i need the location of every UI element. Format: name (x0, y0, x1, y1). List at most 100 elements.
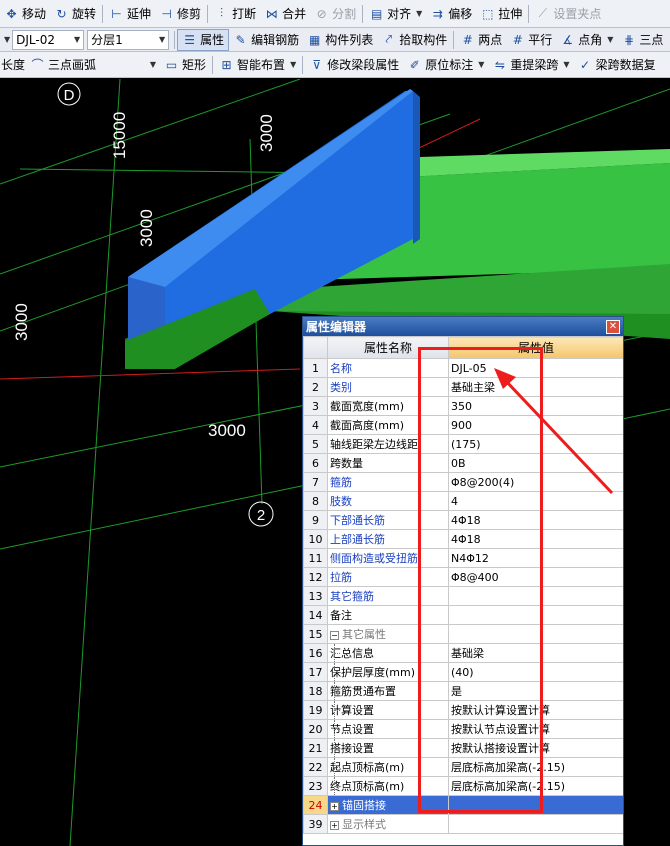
row-number: 14 (303, 605, 328, 625)
edit-rebar-button[interactable]: ✎ 编辑钢筋 (229, 29, 303, 51)
member-toolbar: ▼ DJL-02 ▼ 分层1 ▼ ☰ 属性 ✎ 编辑钢筋 ▦ 构件列表 ⤤ 拾取构件 # 两点… (0, 28, 670, 52)
list-icon: ▦ (309, 32, 321, 47)
length-button[interactable]: 长度 (0, 54, 26, 76)
rectangle-button[interactable]: ▭ 矩形 (160, 54, 210, 76)
member-select[interactable]: DJL-02 ▼ (12, 29, 85, 50)
clamp-point-icon: ⟋ (538, 6, 548, 20)
row-number: 13 (303, 586, 328, 606)
chevron-down-icon: ▼ (159, 35, 166, 44)
properties-button[interactable]: ☰ 属性 (177, 28, 230, 51)
draw-toolbar: 长度 ⌒ 三点画弧 ▼ ▭ 矩形 ⊞ 智能布置 ▼ ⊽ 修改梁段属性 ✐ 原位标注 ▼ ⇋ 重提… (0, 52, 670, 78)
set-clamp-point-button[interactable]: ⟋ 设置夹点 (531, 3, 605, 25)
row-number: 18 (303, 681, 328, 701)
arc-icon: ⌒ (31, 58, 44, 72)
expand-icon[interactable]: + (330, 801, 339, 811)
row-number: 16 (303, 643, 328, 663)
point-angle-button[interactable]: ∡ 点角 ▼ (556, 29, 617, 51)
property-row[interactable]: 39 + 显示样式 (303, 814, 623, 834)
member-list-button[interactable]: ▦ 构件列表 (303, 29, 377, 51)
split-icon: ⊘ (316, 6, 327, 21)
header-corner (303, 336, 328, 359)
pick-icon: ⤤ (385, 32, 393, 46)
chevron-down-icon: ▼ (563, 60, 570, 69)
row-number: 10 (303, 529, 328, 549)
row-number: 39 (303, 814, 328, 834)
chevron-down-icon: ▼ (416, 9, 423, 18)
re-extract-span-button[interactable]: ⇋ 重提梁跨 ▼ (488, 54, 573, 76)
separator (453, 30, 455, 49)
svg-text:2: 2 (257, 507, 265, 524)
separator (102, 4, 104, 23)
offset-button[interactable]: ⇉ 偏移 (426, 3, 476, 25)
smart-layout-icon: ⊞ (221, 57, 232, 72)
row-number: 6 (303, 453, 328, 473)
modify-props-icon: ⊽ (312, 57, 322, 72)
smart-layout-button[interactable]: ⊞ 智能布置 ▼ (215, 54, 300, 76)
two-points-icon: # (462, 32, 473, 47)
rotate-icon: ↻ (56, 6, 67, 21)
merge-button[interactable]: ⋈ 合并 (260, 3, 310, 25)
row-number: 12 (303, 567, 328, 587)
row-number: 9 (303, 510, 328, 530)
dropdown-arrow[interactable]: ▼ (0, 29, 12, 51)
span-copy-button[interactable]: ✓ 梁跨数据复 (574, 54, 660, 76)
separator (174, 30, 176, 49)
split-button[interactable]: ⊘ 分割 (310, 3, 360, 25)
rectangle-icon: ▭ (165, 57, 178, 72)
row-number: 3 (303, 396, 328, 416)
row-number: 11 (303, 548, 328, 568)
row-number: 4 (303, 415, 328, 435)
two-points-button[interactable]: # 两点 (456, 29, 506, 51)
point-angle-icon: ∡ (562, 32, 574, 47)
three-axis-icon: ⋕ (623, 32, 634, 47)
modify-beam-props-button[interactable]: ⊽ 修改梁段属性 (305, 54, 403, 76)
dialog-title: 属性编辑器 (306, 320, 367, 334)
stretch-icon: ⬚ (482, 6, 494, 21)
close-icon[interactable]: ✕ (606, 319, 620, 334)
dimension-label: 15000 (110, 112, 129, 159)
expand-icon[interactable]: + (330, 820, 339, 830)
row-number: 22 (303, 757, 328, 777)
row-number: 24 (303, 795, 328, 815)
pick-member-button[interactable]: ⤤ 拾取构件 (377, 29, 451, 51)
row-number: 19 (303, 700, 328, 720)
trim-button[interactable]: ⊣ 修剪 (155, 3, 205, 25)
svg-text:D: D (64, 87, 75, 104)
row-number: 5 (303, 434, 328, 454)
arc-dropdown[interactable]: ▼ (100, 54, 160, 76)
separator (528, 4, 530, 23)
re-extract-span-icon: ⇋ (494, 57, 505, 72)
row-number: 20 (303, 719, 328, 739)
break-button[interactable]: ⫶ 打断 (210, 3, 260, 25)
three-point-arc-button[interactable]: ⌒ 三点画弧 (26, 54, 100, 76)
group-label: 显示样式 (342, 818, 386, 831)
chevron-down-icon: ▼ (4, 35, 11, 44)
align-button[interactable]: ▤ 对齐 ▼ (365, 3, 426, 25)
property-value[interactable] (448, 814, 623, 834)
row-number: 7 (303, 472, 328, 492)
layer-select[interactable]: 分层1 ▼ (87, 29, 170, 50)
separator (302, 55, 304, 74)
extend-button[interactable]: ⊢ 延伸 (105, 3, 155, 25)
property-name: + 显示样式 (327, 814, 449, 834)
dialog-titlebar[interactable]: 属性编辑器 ✕ (303, 317, 623, 336)
extend-icon: ⊢ (111, 6, 122, 21)
chevron-down-icon: ▼ (607, 35, 614, 44)
stretch-button[interactable]: ⬚ 拉伸 (476, 3, 526, 25)
row-number: 17 (303, 662, 328, 682)
row-number: 15 (303, 624, 328, 644)
parallel-button[interactable]: # 平行 (506, 29, 556, 51)
rotate-button[interactable]: ↻ 旋转 (50, 3, 100, 25)
separator (362, 4, 364, 23)
three-axis-button[interactable]: ⋕ 三点 (617, 29, 667, 51)
dimension-label: 3000 (12, 303, 31, 341)
collapse-icon[interactable]: − (330, 630, 339, 640)
offset-icon: ⇉ (432, 6, 443, 21)
move-button[interactable]: ✥ 移动 (0, 3, 50, 25)
edit-rebar-icon: ✎ (235, 32, 246, 47)
in-situ-label-button[interactable]: ✐ 原位标注 ▼ (403, 54, 488, 76)
chevron-down-icon: ▼ (149, 60, 157, 69)
separator (207, 4, 209, 23)
dimension-label: 3000 (257, 114, 276, 152)
properties-icon: ☰ (184, 32, 196, 47)
